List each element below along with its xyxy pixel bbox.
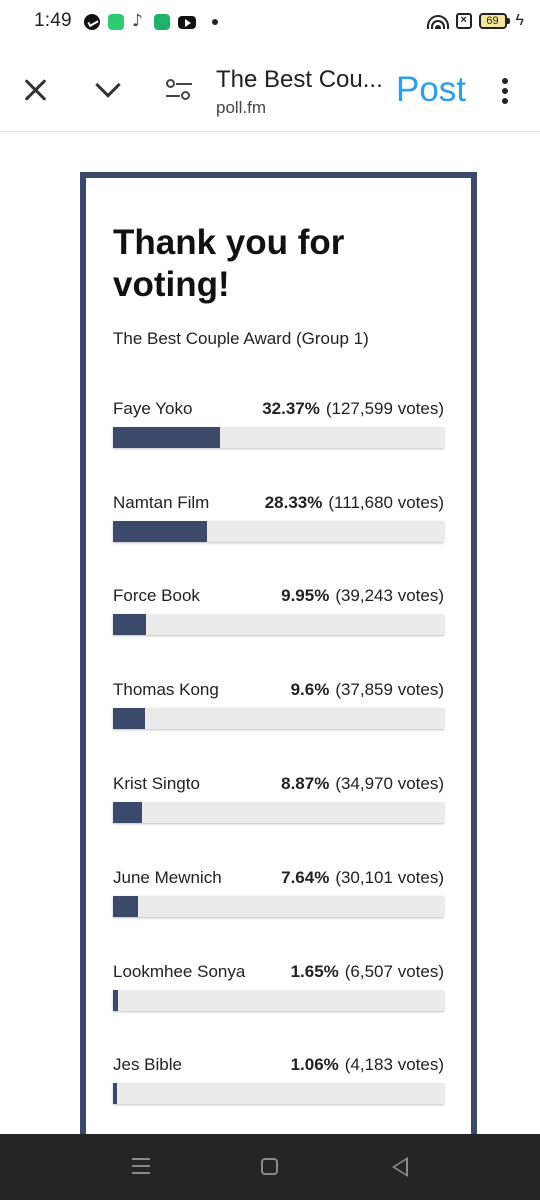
page-title: The Best Cou... [216, 66, 383, 93]
youtube-icon [178, 15, 196, 29]
result-bar-fill [113, 1083, 117, 1104]
thank-you-heading: Thank you for voting! [113, 223, 345, 304]
notification-icons [84, 11, 218, 31]
option-stats: 9.95% (39,243 votes) [281, 586, 444, 606]
result-bar-fill [113, 427, 221, 448]
option-name: Jes Bible [113, 1055, 182, 1074]
wifi-icon [426, 13, 449, 29]
option-stats: 1.06% (4,183 votes) [291, 1055, 444, 1075]
poll-option: Krist Singto 8.87% (34,970 votes) [113, 774, 444, 834]
more-notifications-dot-icon [212, 19, 218, 25]
poll-option: Faye Yoko 32.37% (127,599 votes) [113, 399, 444, 459]
chevron-down-icon[interactable] [92, 72, 124, 104]
option-name: Force Book [113, 586, 200, 605]
result-bar [113, 614, 444, 635]
poll-option: Jes Bible 1.06% (4,183 votes) [113, 1055, 444, 1115]
option-stats: 8.87% (34,970 votes) [281, 774, 444, 794]
result-bar-fill [113, 990, 119, 1011]
option-name: Lookmhee Sonya [113, 962, 246, 981]
page-domain: poll.fm [216, 98, 267, 117]
result-bar-fill [113, 708, 145, 729]
close-icon[interactable] [22, 76, 50, 104]
messenger-icon [84, 14, 100, 30]
option-stats: 9.6% (37,859 votes) [291, 680, 444, 700]
result-bar [113, 802, 444, 823]
system-navigation-bar [0, 1134, 540, 1200]
result-bar-fill [113, 802, 143, 823]
system-status: × 69 ϟ [426, 12, 524, 30]
status-bar: 1:49 × 69 ϟ [0, 0, 540, 48]
status-time: 1:49 [34, 10, 72, 31]
option-votes: (39,243 votes) [335, 586, 444, 605]
home-icon[interactable] [261, 1158, 278, 1175]
charging-icon: ϟ [515, 12, 524, 29]
back-icon[interactable] [392, 1157, 410, 1177]
result-bar [113, 1083, 444, 1104]
option-votes: (30,101 votes) [335, 868, 444, 887]
poll-option: June Mewnich 7.64% (30,101 votes) [113, 868, 444, 928]
option-percent: 32.37% [262, 399, 320, 418]
poll-question: The Best Couple Award (Group 1) [113, 329, 369, 348]
page-title-block[interactable]: The Best Cou... poll.fm [216, 66, 386, 118]
result-bar-fill [113, 614, 146, 635]
result-bar [113, 427, 444, 448]
option-stats: 32.37% (127,599 votes) [262, 399, 444, 419]
site-settings-icon[interactable] [166, 78, 192, 102]
browser-app-bar: The Best Cou... poll.fm Post [0, 48, 540, 132]
option-percent: 9.6% [290, 680, 330, 699]
option-percent: 28.33% [264, 493, 323, 512]
recent-apps-icon[interactable] [132, 1158, 150, 1176]
option-votes: (37,859 votes) [335, 680, 444, 699]
poll-option: Thomas Kong 9.6% (37,859 votes) [113, 680, 444, 740]
poll-option: Force Book 9.95% (39,243 votes) [113, 586, 444, 646]
result-bar [113, 708, 444, 729]
tiktok-icon [132, 11, 146, 31]
battery-icon: 69 [478, 13, 510, 29]
option-percent: 1.06% [290, 1055, 339, 1074]
option-votes: (127,599 votes) [325, 399, 444, 418]
option-percent: 7.64% [281, 868, 330, 887]
more-options-icon[interactable] [500, 78, 510, 104]
option-percent: 8.87% [281, 774, 330, 793]
result-bar-fill [113, 521, 207, 542]
option-name: June Mewnich [113, 868, 222, 887]
option-stats: 1.65% (6,507 votes) [291, 962, 444, 982]
result-bar-fill [113, 896, 139, 917]
poll-results-card: Thank you for voting! The Best Couple Aw… [80, 172, 477, 1172]
option-percent: 1.65% [290, 962, 339, 981]
option-name: Namtan Film [113, 493, 210, 512]
option-votes: (6,507 votes) [344, 962, 444, 981]
result-bar [113, 521, 444, 542]
result-bar [113, 896, 444, 917]
green-app-icon [108, 14, 124, 30]
option-name: Thomas Kong [113, 680, 219, 699]
option-votes: (34,970 votes) [335, 774, 444, 793]
option-name: Faye Yoko [113, 399, 193, 418]
green-app-icon [154, 14, 170, 30]
option-votes: (111,680 votes) [328, 493, 444, 512]
result-bar [113, 990, 444, 1011]
poll-option: Lookmhee Sonya 1.65% (6,507 votes) [113, 962, 444, 1022]
no-sim-icon: × [455, 13, 472, 29]
poll-option: Namtan Film 28.33% (111,680 votes) [113, 493, 444, 553]
option-name: Krist Singto [113, 774, 200, 793]
post-button[interactable]: Post [396, 70, 466, 110]
option-votes: (4,183 votes) [344, 1055, 444, 1074]
option-stats: 7.64% (30,101 votes) [281, 868, 444, 888]
option-stats: 28.33% (111,680 votes) [265, 493, 444, 513]
option-percent: 9.95% [281, 586, 330, 605]
